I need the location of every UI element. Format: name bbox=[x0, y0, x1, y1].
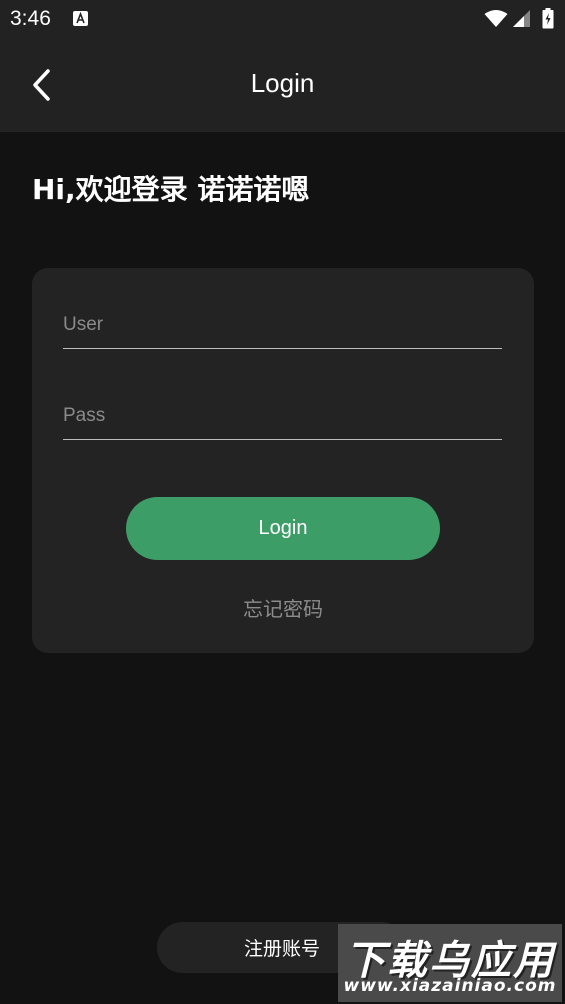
pass-field bbox=[63, 390, 502, 440]
user-field bbox=[63, 299, 502, 349]
login-card: Login 忘记密码 bbox=[32, 268, 534, 653]
watermark-logo: 下载乌应用 www.xiazainiao.com bbox=[338, 924, 562, 1002]
signal-icon bbox=[512, 9, 531, 32]
forgot-password-link[interactable]: 忘记密码 bbox=[32, 593, 534, 622]
status-time: 3:46 bbox=[10, 7, 51, 30]
wifi-icon bbox=[484, 9, 508, 32]
page-title: Login bbox=[250, 68, 315, 98]
watermark-url: www.xiazainiao.com bbox=[343, 976, 557, 996]
login-button[interactable]: Login bbox=[126, 497, 440, 560]
notification-a-icon bbox=[73, 11, 88, 26]
status-bar: 3:46 bbox=[0, 0, 565, 38]
password-input[interactable] bbox=[63, 390, 502, 439]
app-bar: Login bbox=[0, 38, 565, 132]
battery-icon bbox=[542, 8, 554, 33]
user-input[interactable] bbox=[63, 299, 502, 348]
greeting-heading: Hi,欢迎登录 诺诺诺嗯 bbox=[32, 173, 310, 206]
